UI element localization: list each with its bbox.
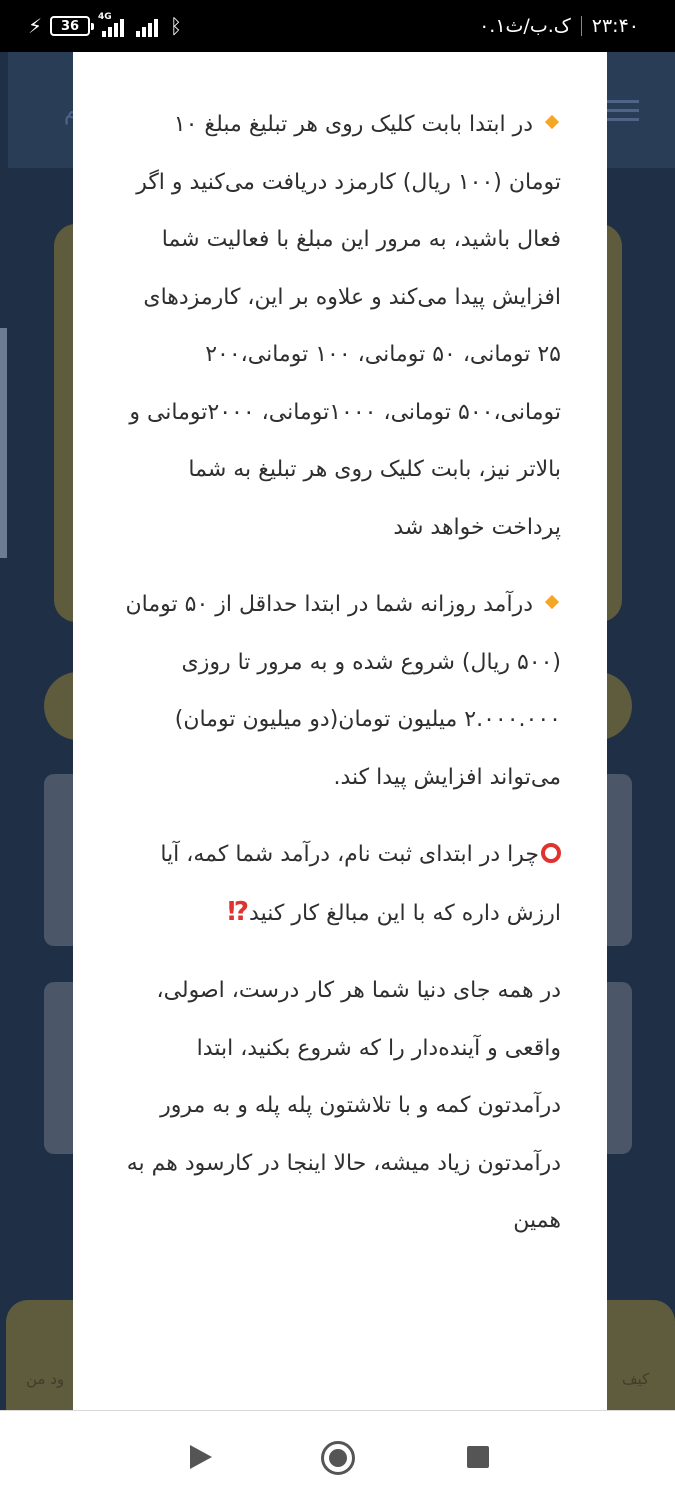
home-icon[interactable] [321,1441,355,1475]
paragraph-question-text: چرا در ابتدای ثبت نام، درآمد شما کمه، آی… [160,842,561,926]
info-sheet[interactable]: در ابتدا بابت کلیک روی هر تبلیغ مبلغ ۱۰ … [73,52,607,1410]
background-nav-label-right: کیف [622,1370,650,1388]
system-navigation-bar [0,1410,675,1500]
back-icon[interactable] [190,1445,212,1469]
status-icons-left: ⚡ 36 4G ᛒ [28,12,183,38]
diamond-bullet-icon [544,114,560,130]
exclamation-question-icon: ⁉ [227,896,250,927]
status-info-right: ۰.۱ک.ب/ث ۲۳:۴۰ [479,13,639,39]
battery-icon: 36 [50,16,95,36]
paragraph-click-fee: در ابتدا بابت کلیک روی هر تبلیغ مبلغ ۱۰ … [121,96,561,556]
signal-4g-icon: 4G [98,12,126,37]
data-speed: ۰.۱ک.ب/ث [479,15,571,37]
status-divider [580,16,582,36]
network-tag: 4G [98,12,112,22]
paragraph-question: چرا در ابتدای ثبت نام، درآمد شما کمه، آی… [121,826,561,942]
paragraph-explanation-text: در همه جای دنیا شما هر کار درست، اصولی، … [126,978,561,1233]
clock: ۲۳:۴۰ [591,15,639,37]
red-circle-icon [541,843,561,863]
paragraph-explanation: در همه جای دنیا شما هر کار درست، اصولی، … [121,962,561,1250]
status-bar: ⚡ 36 4G ᛒ ۰.۱ک.ب/ث ۲۳:۴۰ [0,0,675,52]
paragraph-click-fee-text: در ابتدا بابت کلیک روی هر تبلیغ مبلغ ۱۰ … [129,112,561,540]
recents-icon[interactable] [467,1446,489,1468]
charging-bolt-icon: ⚡ [28,14,43,38]
battery-level: 36 [61,18,80,34]
background-nav-label-left: ود من [26,1370,65,1388]
paragraph-daily-income-text: درآمد روزانه شما در ابتدا حداقل از ۵۰ تو… [125,592,561,790]
bluetooth-icon: ᛒ [170,14,183,38]
diamond-bullet-icon [544,594,560,610]
background-edge-strip [0,328,7,558]
paragraph-daily-income: درآمد روزانه شما در ابتدا حداقل از ۵۰ تو… [121,576,561,806]
menu-icon [607,100,639,122]
signal-icon [134,15,162,37]
sheet-content: در ابتدا بابت کلیک روی هر تبلیغ مبلغ ۱۰ … [121,96,561,1270]
